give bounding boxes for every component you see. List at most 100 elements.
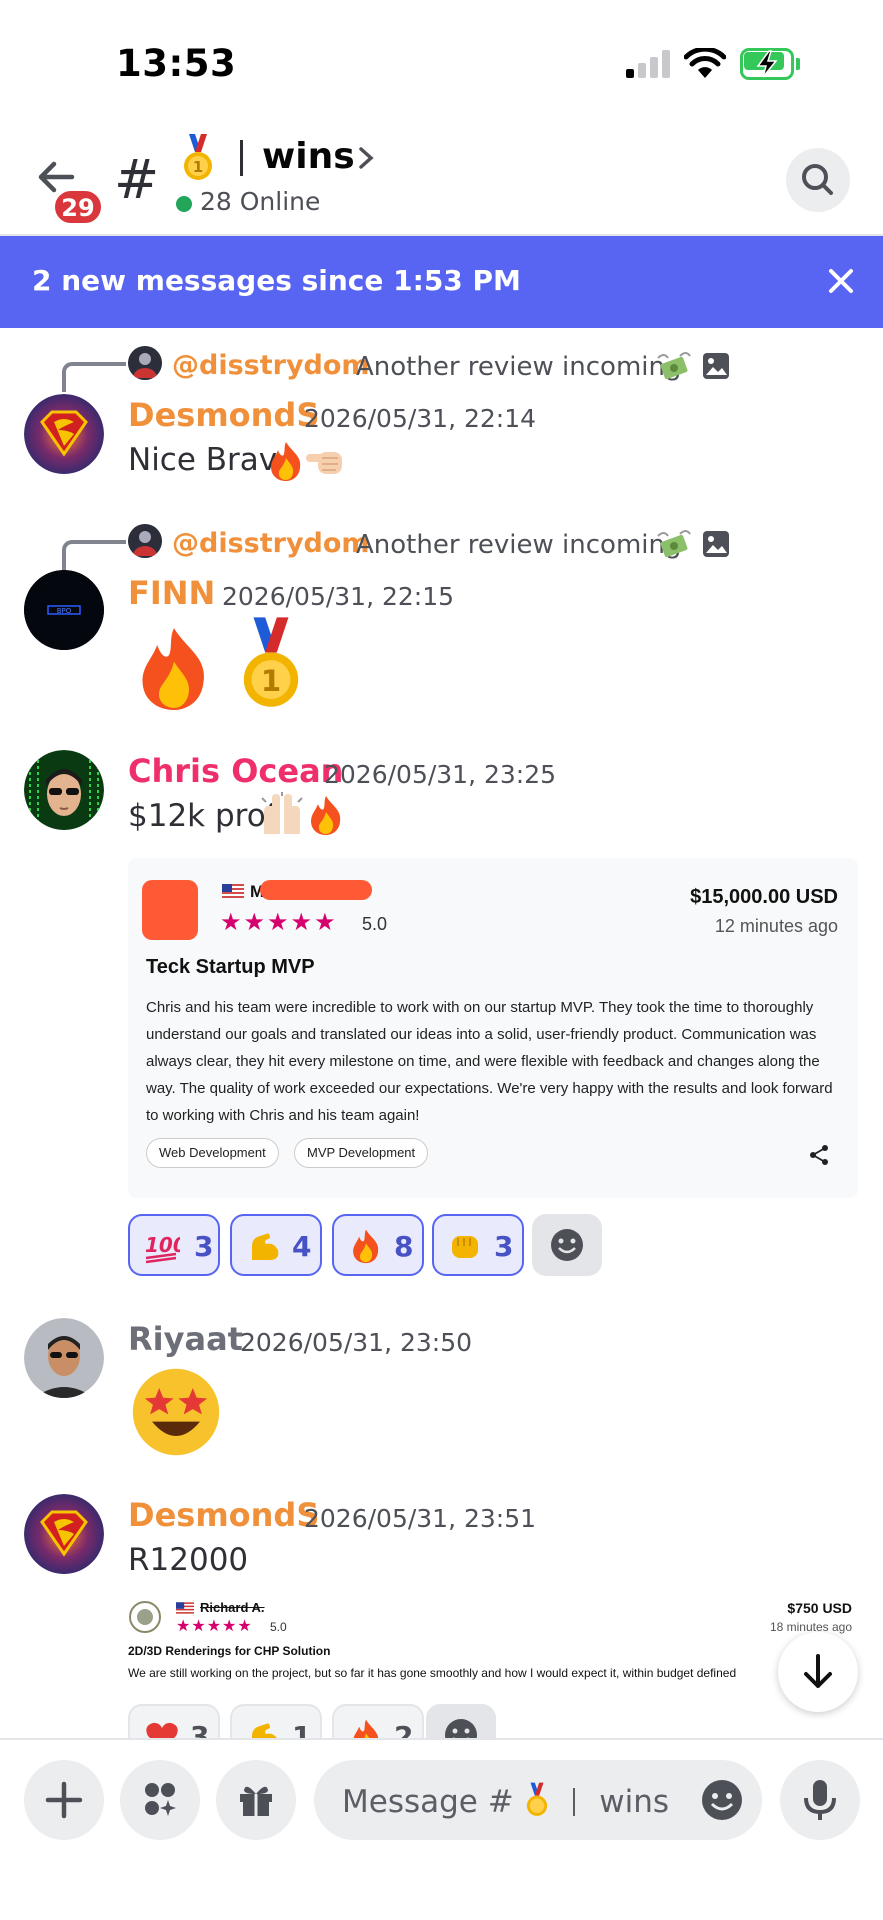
reaction-count: 3 [494,1230,514,1263]
gift-icon [240,1786,272,1816]
apps-button[interactable] [120,1760,200,1840]
reaction-hundred-points[interactable]: 100 3 [128,1214,220,1276]
message-content: Nice Brav [128,442,278,478]
reaction-oncoming-fist[interactable]: 3 [432,1214,524,1276]
reaction-count: 8 [394,1230,414,1263]
review-tag: MVP Development [294,1138,429,1168]
reply-avatar[interactable] [128,346,162,380]
review-stars: ★★★★★ [220,908,338,936]
reply-avatar[interactable] [128,524,162,558]
svg-text:1: 1 [193,158,203,176]
avatar[interactable] [24,394,104,474]
add-reaction-button[interactable] [426,1704,496,1738]
review-price: $15,000.00 USD [690,886,838,908]
us-flag-icon [222,884,244,898]
message-author[interactable]: DesmondS [128,396,319,434]
raising-hands-icon [261,792,303,834]
flexed-biceps-icon [252,1723,277,1738]
image-attachment-icon [703,353,729,379]
reply-preview[interactable]: Another review incoming [356,530,681,560]
status-time: 13:53 [116,42,237,85]
battery-icon [740,48,800,80]
avatar[interactable] [24,750,104,830]
review-rating: 5.0 [270,1620,287,1634]
review-title: Teck Startup MVP [146,956,315,978]
message-timestamp: 2026/05/31, 22:15 [222,582,455,611]
chevron-right-icon[interactable] [356,146,376,170]
reaction-red-heart[interactable]: 3 [128,1704,220,1738]
hundred-points-icon: 100 [145,1233,180,1264]
message-list[interactable]: @disstrydom Another review incoming Desm… [0,328,883,1738]
message-composer: Message # wins [0,1738,883,1920]
apps-icon [145,1783,176,1816]
avatar[interactable]: BPO [24,570,104,650]
reply-author[interactable]: @disstrydom [172,350,370,381]
channel-hash-icon: # [114,148,160,211]
add-reaction-button[interactable] [532,1214,602,1276]
fire-icon [353,1719,379,1738]
reaction-count: 1 [292,1720,312,1738]
message-input-placeholder: Message # wins [342,1782,669,1820]
message-author[interactable]: FINN [128,574,215,612]
reply-connector [62,362,126,392]
review-body: Chris and his team were incredible to wo… [146,999,833,1124]
reaction-count: 3 [194,1230,214,1263]
voice-message-button[interactable] [780,1760,860,1840]
message-content: $12k prof [128,798,277,834]
message-timestamp: 2026/05/31, 23:51 [304,1504,537,1533]
message-input[interactable]: Message # wins [314,1760,762,1840]
emoji-picker-icon[interactable] [700,1778,744,1822]
star-struck-icon [132,1368,220,1456]
add-attachment-button[interactable] [24,1760,104,1840]
review-body: We are still working on the project, but… [128,1666,737,1680]
reply-author[interactable]: @disstrydom [172,528,370,559]
reviewer-name: Richard A. [200,1600,265,1615]
review-time-ago: 12 minutes ago [714,916,838,936]
message-author[interactable]: DesmondS [128,1496,319,1534]
us-flag-icon [176,1602,194,1614]
review-embed[interactable]: Richard A. ★★★★★ 5.0 2D/3D Renderings fo… [128,1598,748,1708]
pointing-hand-icon [306,452,342,474]
fire-icon [353,1229,379,1264]
first-place-medal-icon: 1 [184,134,212,180]
image-attachment-icon [703,531,729,557]
channel-name[interactable]: wins [262,136,355,177]
red-heart-icon [146,1722,178,1738]
message-author[interactable]: Riyaat [128,1320,243,1358]
channel-name-separator [240,140,243,176]
svg-text:BPO: BPO [57,607,72,615]
reaction-count: 2 [394,1720,414,1738]
jump-to-latest-button[interactable] [778,1632,858,1712]
avatar[interactable] [24,1318,104,1398]
money-with-wings-icon [657,530,691,558]
cellular-signal-icon [626,50,672,78]
placeholder-prefix: Message # [342,1784,514,1820]
reply-preview[interactable]: Another review incoming [356,352,681,382]
unread-badge: 29 [52,188,104,226]
status-bar: 13:53 [0,0,883,130]
reaction-fire[interactable]: 2 [332,1704,424,1738]
avatar[interactable] [24,1494,104,1574]
review-embed[interactable]: M ★★★★★ 5.0 $15,000.00 USD 12 minutes ag… [128,858,858,1198]
message-timestamp: 2026/05/31, 23:50 [240,1328,473,1357]
microphone-icon [804,1780,836,1820]
plus-icon [45,1781,83,1819]
search-button[interactable] [786,148,850,212]
fire-icon [142,628,204,710]
close-icon[interactable] [826,266,856,296]
placeholder-channel: wins [599,1784,670,1820]
share-icon[interactable] [808,1144,830,1166]
fire-icon [271,442,301,481]
oncoming-fist-icon [452,1236,478,1258]
company-logo-icon [129,1601,161,1633]
reaction-flexed-biceps[interactable]: 1 [230,1704,322,1738]
money-with-wings-icon [657,352,691,380]
reaction-fire[interactable]: 8 [332,1214,424,1276]
arrow-down-icon [804,1654,832,1688]
new-messages-banner[interactable]: 2 new messages since 1:53 PM [0,236,883,328]
gift-button[interactable] [216,1760,296,1840]
online-count: 28 Online [200,187,321,216]
message-author[interactable]: Chris Ocean [128,752,343,790]
reaction-count: 4 [292,1230,312,1263]
reaction-flexed-biceps[interactable]: 4 [230,1214,322,1276]
